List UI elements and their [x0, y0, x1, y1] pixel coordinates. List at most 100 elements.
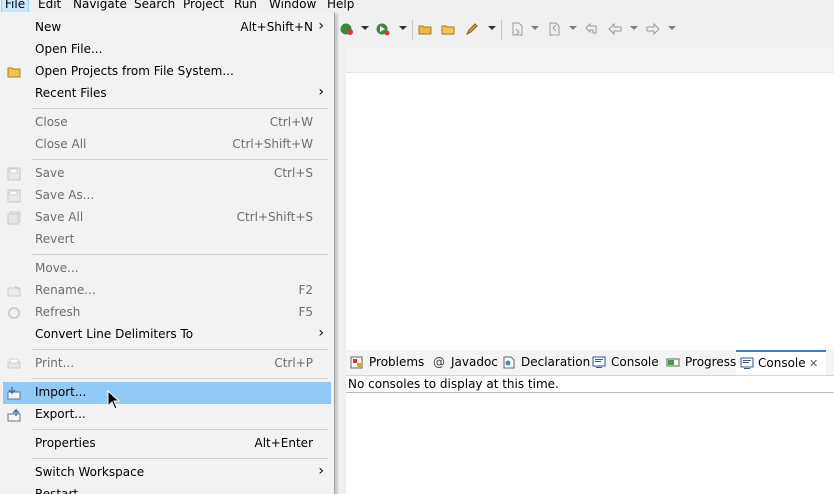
menu-separator [32, 429, 328, 430]
menu-item-label: Save All [35, 210, 84, 224]
menu-item-label: Revert [35, 232, 75, 246]
problems-icon [350, 356, 363, 369]
menu-item-save-as[interactable]: Save As... [3, 185, 331, 207]
menu-item-label: Print... [35, 356, 75, 370]
declaration-icon [503, 356, 515, 369]
menu-item-recent-files[interactable]: Recent Files › [3, 83, 331, 105]
toolbar-separator [501, 20, 502, 40]
menu-window[interactable]: Window [269, 0, 316, 12]
export-icon [7, 408, 21, 422]
previous-annotation-icon[interactable] [547, 22, 561, 36]
menu-item-label: Switch Workspace [35, 465, 145, 479]
menu-item-properties[interactable]: Properties Alt+Enter [3, 433, 331, 455]
menu-help[interactable]: Help [327, 0, 354, 12]
console-icon [592, 356, 606, 368]
chevron-down-icon[interactable] [668, 26, 676, 30]
menu-item-new[interactable]: New Alt+Shift+N › [3, 17, 331, 39]
refresh-icon [8, 307, 20, 319]
menu-search[interactable]: Search [134, 0, 175, 12]
tab-progress[interactable]: Progress [666, 350, 736, 375]
chevron-right-icon: › [318, 18, 324, 34]
print-icon [7, 358, 21, 369]
menu-item-restart[interactable]: Restart [3, 484, 331, 494]
menu-item-shortcut: F2 [298, 283, 313, 297]
open-type-icon[interactable] [418, 22, 432, 36]
menu-item-label: Restart [35, 487, 79, 494]
menu-edit[interactable]: Edit [38, 0, 61, 12]
chevron-down-icon[interactable] [531, 26, 539, 30]
menu-item-open-file[interactable]: Open File... [3, 39, 331, 61]
menu-run[interactable]: Run [234, 0, 257, 12]
workbench-gutter [336, 48, 346, 494]
menu-navigate[interactable]: Navigate [73, 0, 127, 12]
chevron-down-icon[interactable] [630, 26, 638, 30]
pen-icon[interactable] [465, 22, 479, 36]
menu-item-shortcut: Ctrl+Shift+W [232, 137, 313, 151]
chevron-right-icon: › [318, 84, 324, 100]
tab-javadoc[interactable]: @ Javadoc [432, 350, 498, 375]
last-edit-icon[interactable] [584, 22, 598, 36]
file-menu-dropdown: New Alt+Shift+N › Open File... Open Projects… [0, 12, 335, 494]
menu-bar: File Edit Navigate Search Project Run Wi… [0, 0, 834, 13]
tab-console[interactable]: Console [592, 350, 660, 375]
menu-item-label: New [35, 20, 62, 34]
menu-item-close[interactable]: Close Ctrl+W [3, 112, 331, 134]
folder-icon [7, 67, 21, 78]
menu-item-save-all[interactable]: Save All Ctrl+Shift+S [3, 207, 331, 229]
menu-item-label: Close All [35, 137, 87, 151]
menu-item-import[interactable]: Import... [3, 382, 331, 404]
menu-item-shortcut: Ctrl+S [273, 166, 313, 180]
menu-item-label: Close [35, 115, 68, 129]
chevron-right-icon: › [318, 325, 324, 341]
menu-separator [32, 378, 328, 379]
save-icon [7, 167, 21, 181]
menu-item-switch-workspace[interactable]: Switch Workspace › [3, 462, 331, 484]
menu-item-label: Import... [35, 385, 87, 399]
console-divider [346, 392, 834, 393]
tab-declaration[interactable]: Declaration [502, 350, 590, 375]
run-debug-icon[interactable] [340, 22, 354, 36]
menu-item-label: Open Projects from File System... [35, 64, 234, 78]
menu-item-label: Open File... [35, 42, 103, 56]
editor-area [346, 73, 834, 345]
menu-separator [32, 108, 328, 109]
menu-item-shortcut: Alt+Enter [254, 436, 313, 450]
menu-item-label: Save As... [35, 188, 95, 202]
menu-project[interactable]: Project [183, 0, 224, 12]
open-folder-icon[interactable] [441, 22, 455, 36]
menu-item-print[interactable]: Print... Ctrl+P [3, 353, 331, 375]
menu-item-rename[interactable]: Rename... F2 [3, 280, 331, 302]
tab-problems[interactable]: Problems [350, 350, 428, 375]
save-all-icon [7, 211, 21, 225]
menu-item-revert[interactable]: Revert [3, 229, 331, 251]
menu-item-convert-line-delimiters-to[interactable]: Convert Line Delimiters To › [3, 324, 331, 346]
menu-item-label: Recent Files [35, 86, 107, 100]
progress-icon [666, 358, 680, 367]
menu-item-export[interactable]: Export... [3, 404, 331, 426]
chevron-down-icon[interactable] [569, 26, 577, 30]
toolbar-separator [412, 20, 413, 40]
next-annotation-icon[interactable] [510, 22, 524, 36]
menu-item-close-all[interactable]: Close All Ctrl+Shift+W [3, 134, 331, 156]
menu-item-label: Save [35, 166, 65, 180]
menu-separator [32, 159, 328, 160]
forward-arrow-icon[interactable] [646, 22, 660, 36]
view-tab-bar: Problems @ Javadoc Declaration Console P… [346, 350, 834, 376]
chevron-down-icon[interactable] [488, 26, 496, 30]
tab-console-active[interactable]: Console ✕ [736, 350, 826, 375]
chevron-down-icon[interactable] [399, 26, 407, 30]
menu-item-label: Export... [35, 407, 86, 421]
run-icon[interactable] [376, 22, 390, 36]
chevron-down-icon[interactable] [361, 26, 369, 30]
back-arrow-icon[interactable] [608, 22, 622, 36]
menu-item-open-projects-from-file-system[interactable]: Open Projects from File System... [3, 61, 331, 83]
menu-item-refresh[interactable]: Refresh F5 [3, 302, 331, 324]
close-icon[interactable]: ✕ [809, 352, 818, 375]
menu-item-label: Convert Line Delimiters To [35, 327, 194, 341]
menu-item-save[interactable]: Save Ctrl+S [3, 163, 331, 185]
save-as-icon [7, 189, 21, 203]
menu-item-shortcut: Ctrl+W [269, 115, 313, 129]
menu-file[interactable]: File [0, 0, 30, 13]
menu-item-move[interactable]: Move... [3, 258, 331, 280]
console-icon [740, 357, 754, 369]
